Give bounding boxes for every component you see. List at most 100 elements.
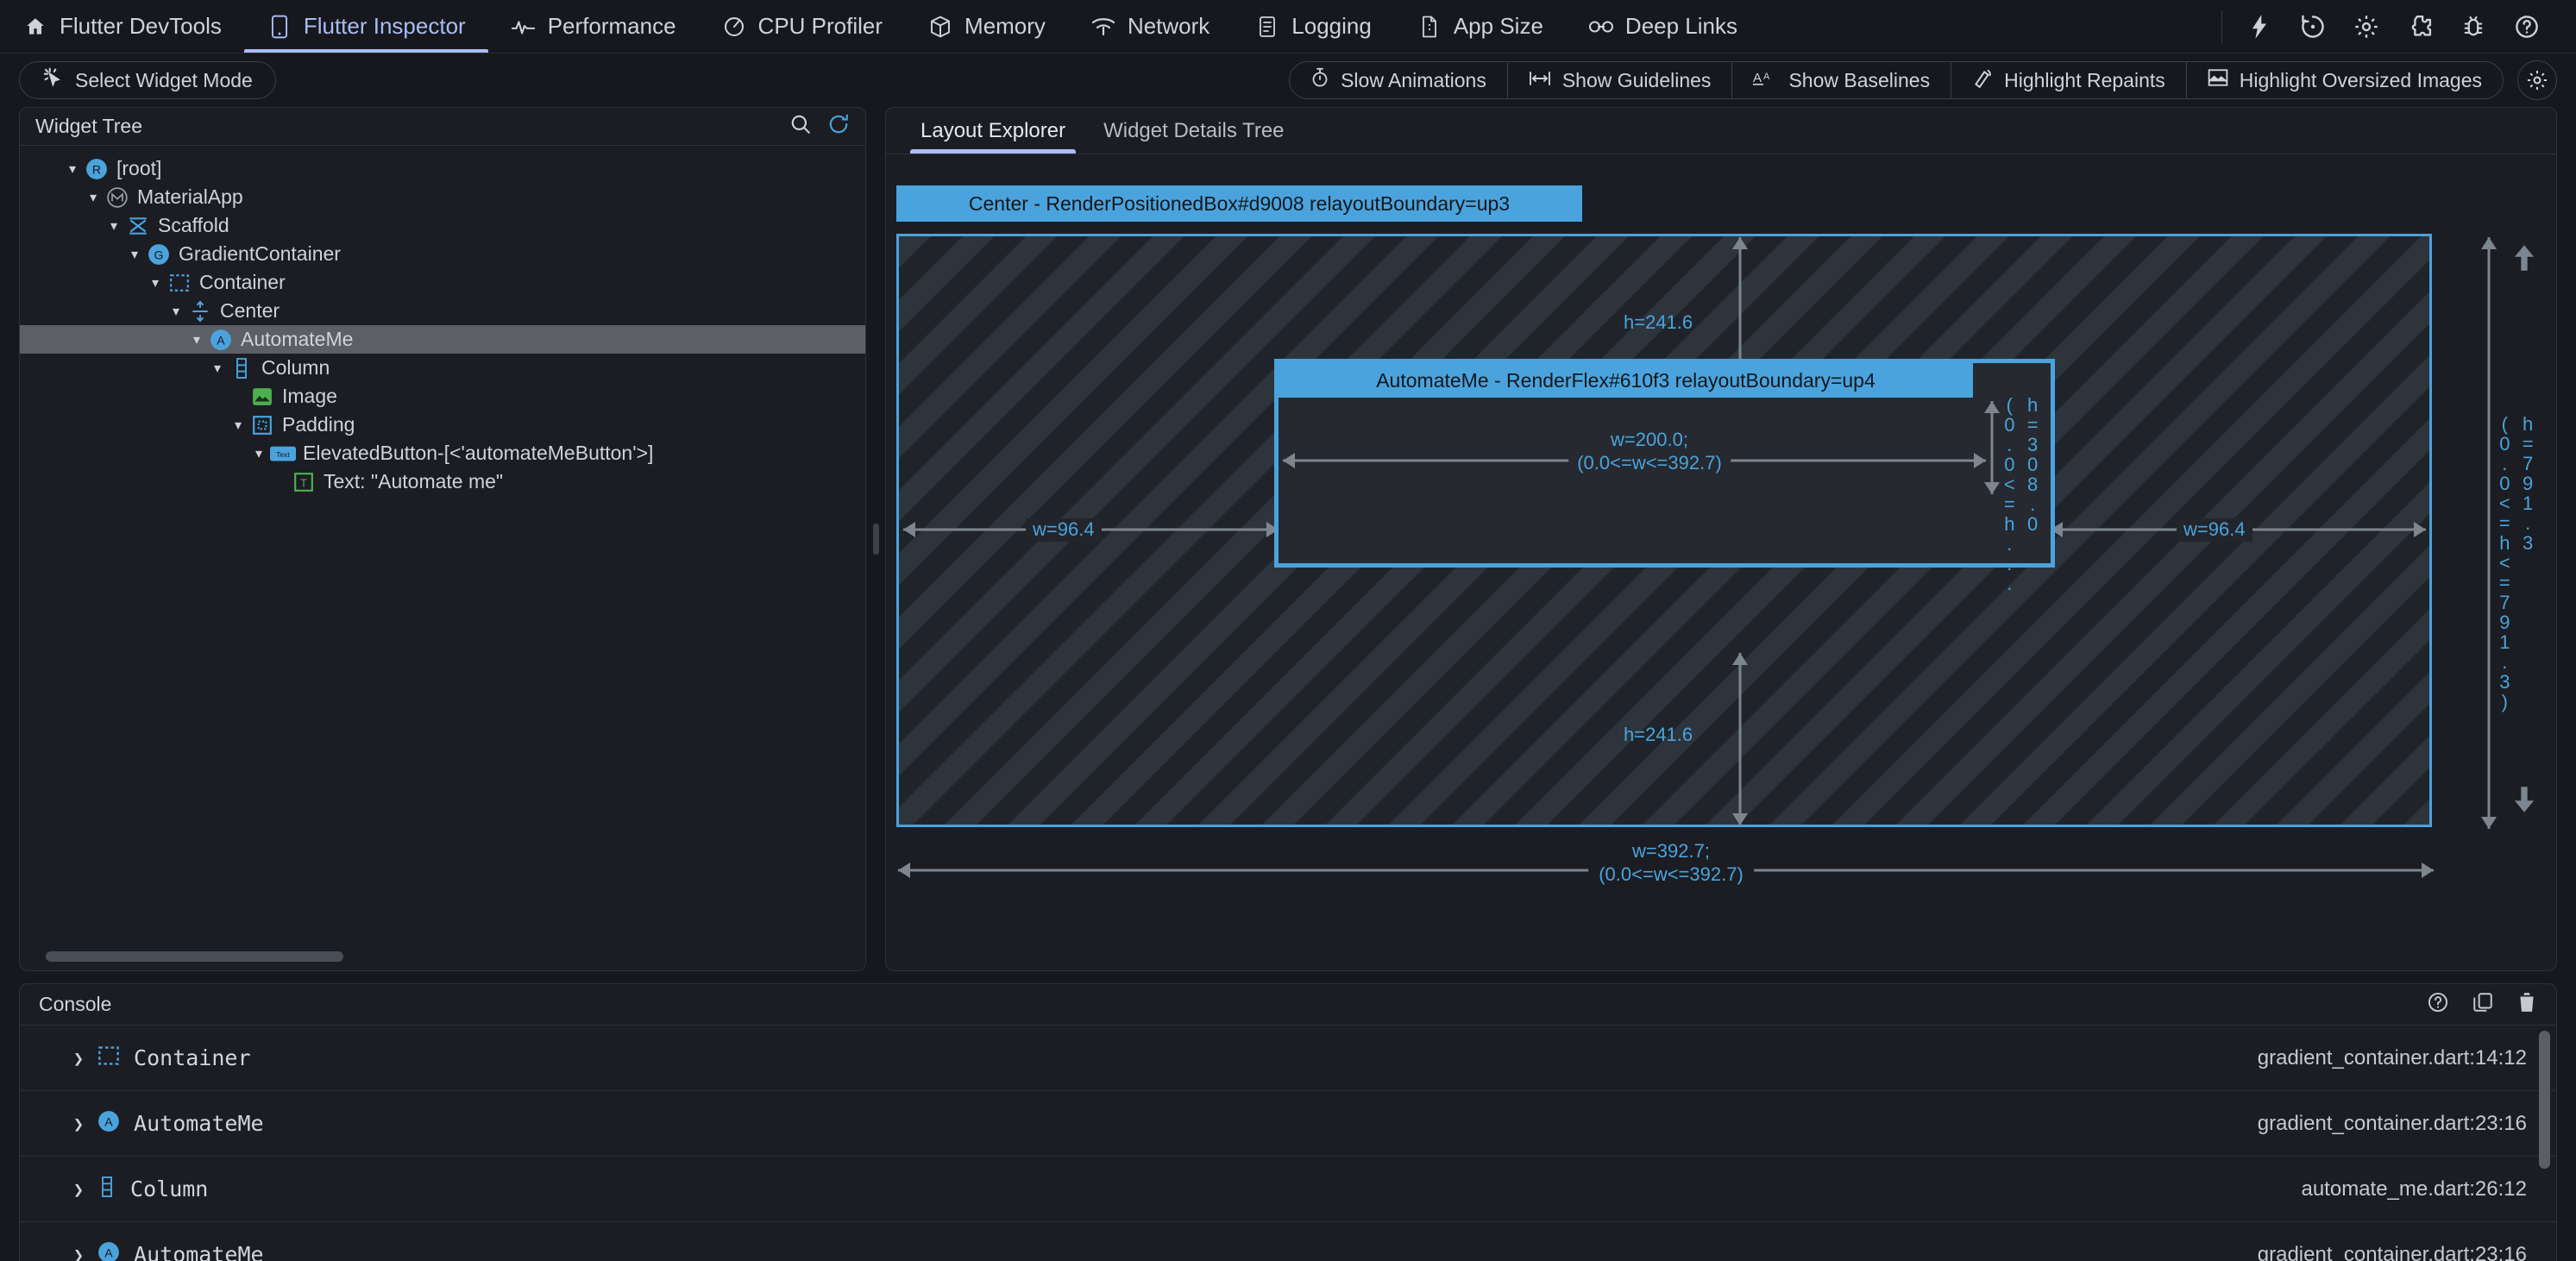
outer-node-header-label: Center - RenderPositionedBox#d9008 relay… [969,192,1510,216]
chevron-right-icon[interactable]: ❯ [73,1179,84,1200]
chevron-down-icon[interactable]: ▾ [248,445,270,462]
chevron-down-icon[interactable]: ▾ [103,217,125,235]
baseline-icon: AA [1753,68,1777,92]
tree-node-label: Scaffold [158,214,229,237]
console-row[interactable]: ❯ A AutomateMe gradient_container.dart:2… [20,1222,2556,1261]
chevron-down-icon[interactable]: ▾ [123,246,146,263]
tab-widget-details-tree[interactable]: Widget Details Tree [1084,108,1303,154]
outer-bottom-height-label: h=241.6 [1624,724,1693,747]
inner-node-header[interactable]: AutomateMe - RenderFlex#610f3 relayoutBo… [1279,363,1973,398]
tree-node-label: Text: "Automate me" [324,470,503,493]
console-row-left: ❯ A AutomateMe [73,1110,264,1138]
highlight-oversized-images-toggle[interactable]: Highlight Oversized Images [2187,62,2503,98]
container-icon [97,1045,120,1072]
svg-text:A: A [104,1245,113,1259]
link-icon [1588,14,1614,40]
svg-text:A: A [217,333,225,347]
help-question-icon[interactable] [2500,0,2554,53]
select-widget-mode-button[interactable]: Select Widget Mode [19,61,276,99]
nav-tab-performance[interactable]: Performance [488,0,699,53]
outer-node-header[interactable]: Center - RenderPositionedBox#d9008 relay… [896,185,1582,222]
inspector-settings-gear-icon[interactable] [2517,60,2557,100]
outer-height-label-line1: h=791.3 [2516,413,2539,711]
a-badge-icon: A [208,329,234,351]
widget-tree-body[interactable]: ▾ R [root] ▾ MaterialApp ▾ Scaffold [20,146,865,970]
tree-node-elevatedbutton[interactable]: ▾ Text ElevatedButton-[<'automateMeButto… [20,439,865,467]
chevron-down-icon[interactable]: ▾ [206,360,229,377]
nav-tab-network[interactable]: Network [1068,0,1232,53]
svg-text:A: A [1753,71,1762,85]
top-navigation-bar: Flutter DevTools Flutter Inspector Perfo… [0,0,2576,53]
hot-restart-icon[interactable] [2286,0,2340,53]
tree-node-padding[interactable]: ▾ Padding [20,411,865,439]
nav-action-icons [2221,0,2576,53]
outer-right-width-label: w=96.4 [2177,518,2252,542]
tree-node-label: [root] [116,157,161,180]
panel-resize-handle[interactable] [866,107,885,971]
nav-tab-app-size[interactable]: App Size [1394,0,1566,53]
copy-icon[interactable] [2472,991,2494,1019]
chevron-right-icon[interactable]: ❯ [73,1114,84,1134]
widget-tree-horizontal-scrollbar[interactable] [46,951,343,962]
console-vertical-scrollbar[interactable] [2539,1031,2550,1169]
tree-node-automateme[interactable]: ▾ A AutomateMe [20,325,865,354]
nav-tab-flutter-devtools[interactable]: Flutter DevTools [0,0,244,53]
extension-puzzle-icon[interactable] [2393,0,2447,53]
box-icon [927,14,953,40]
delete-trash-icon[interactable] [2516,991,2537,1019]
chevron-down-icon[interactable]: ▾ [165,303,187,320]
tree-node-column[interactable]: ▾ Column [20,354,865,382]
console-rows[interactable]: ❯ Container gradient_container.dart:14:1… [20,1026,2556,1261]
console-row-location[interactable]: gradient_container.dart:23:16 [2258,1243,2527,1261]
chevron-down-icon[interactable]: ▾ [61,160,84,178]
show-guidelines-toggle[interactable]: Show Guidelines [1508,62,1733,98]
settings-gear-icon[interactable] [2340,0,2393,53]
hot-reload-icon[interactable] [2233,0,2286,53]
refresh-icon[interactable] [827,113,850,141]
nav-tab-logging[interactable]: Logging [1232,0,1394,53]
tree-node-root[interactable]: ▾ R [root] [20,154,865,183]
chevron-right-icon[interactable]: ❯ [73,1245,84,1261]
nav-tab-cpu-profiler[interactable]: CPU Profiler [699,0,905,53]
chevron-down-icon[interactable]: ▾ [144,274,166,292]
console-row-label: AutomateMe [134,1111,264,1136]
bug-report-icon[interactable] [2447,0,2500,53]
tree-node-label: AutomateMe [241,328,353,351]
chevron-right-icon[interactable]: ❯ [73,1048,84,1069]
tree-node-container[interactable]: ▾ Container [20,268,865,297]
highlight-repaints-toggle[interactable]: Highlight Repaints [1951,62,2187,98]
column-icon [97,1176,116,1203]
tree-node-text[interactable]: ▾ T Text: "Automate me" [20,467,865,496]
console-row[interactable]: ❯ Container gradient_container.dart:14:1… [20,1026,2556,1091]
tab-layout-explorer[interactable]: Layout Explorer [902,108,1084,154]
nav-tab-memory[interactable]: Memory [905,0,1068,53]
console-row[interactable]: ❯ A AutomateMe gradient_container.dart:2… [20,1091,2556,1157]
console-row-location[interactable]: gradient_container.dart:23:16 [2258,1112,2527,1136]
console-row-label: Column [130,1176,208,1201]
scroll-up-arrow-icon[interactable] [2513,244,2535,276]
console-row[interactable]: ❯ Column automate_me.dart:26:12 [20,1157,2556,1222]
slow-animations-toggle[interactable]: Slow Animations [1290,62,1508,98]
inspector-toolbar: Select Widget Mode Slow Animations Show … [0,53,2576,107]
console-row-location[interactable]: automate_me.dart:26:12 [2301,1177,2527,1201]
tree-node-materialapp[interactable]: ▾ MaterialApp [20,183,865,211]
chevron-down-icon[interactable]: ▾ [82,189,104,206]
chevron-down-icon[interactable]: ▾ [185,331,208,348]
main-content-area: Widget Tree ▾ R [root] ▾ [0,107,2576,971]
widget-tree-panel: Widget Tree ▾ R [root] ▾ [19,107,866,971]
tree-node-gradientcontainer[interactable]: ▾ G GradientContainer [20,240,865,268]
tree-node-label: ElevatedButton-[<'automateMeButton'>] [303,442,653,465]
help-question-icon[interactable] [2427,991,2449,1019]
nav-tab-flutter-inspector[interactable]: Flutter Inspector [244,0,488,53]
console-row-left: ❯ A AutomateMe [73,1241,264,1261]
nav-tab-deep-links[interactable]: Deep Links [1566,0,1760,53]
chevron-down-icon[interactable]: ▾ [227,417,249,434]
tree-node-image[interactable]: ▾ Image [20,382,865,411]
console-row-location[interactable]: gradient_container.dart:14:12 [2258,1046,2527,1070]
show-baselines-toggle[interactable]: AA Show Baselines [1732,62,1951,98]
scroll-down-arrow-icon[interactable] [2513,786,2535,818]
nav-tab-label: App Size [1454,13,1543,40]
tree-node-center[interactable]: ▾ Center [20,297,865,325]
search-icon[interactable] [789,113,812,141]
tree-node-scaffold[interactable]: ▾ Scaffold [20,211,865,240]
